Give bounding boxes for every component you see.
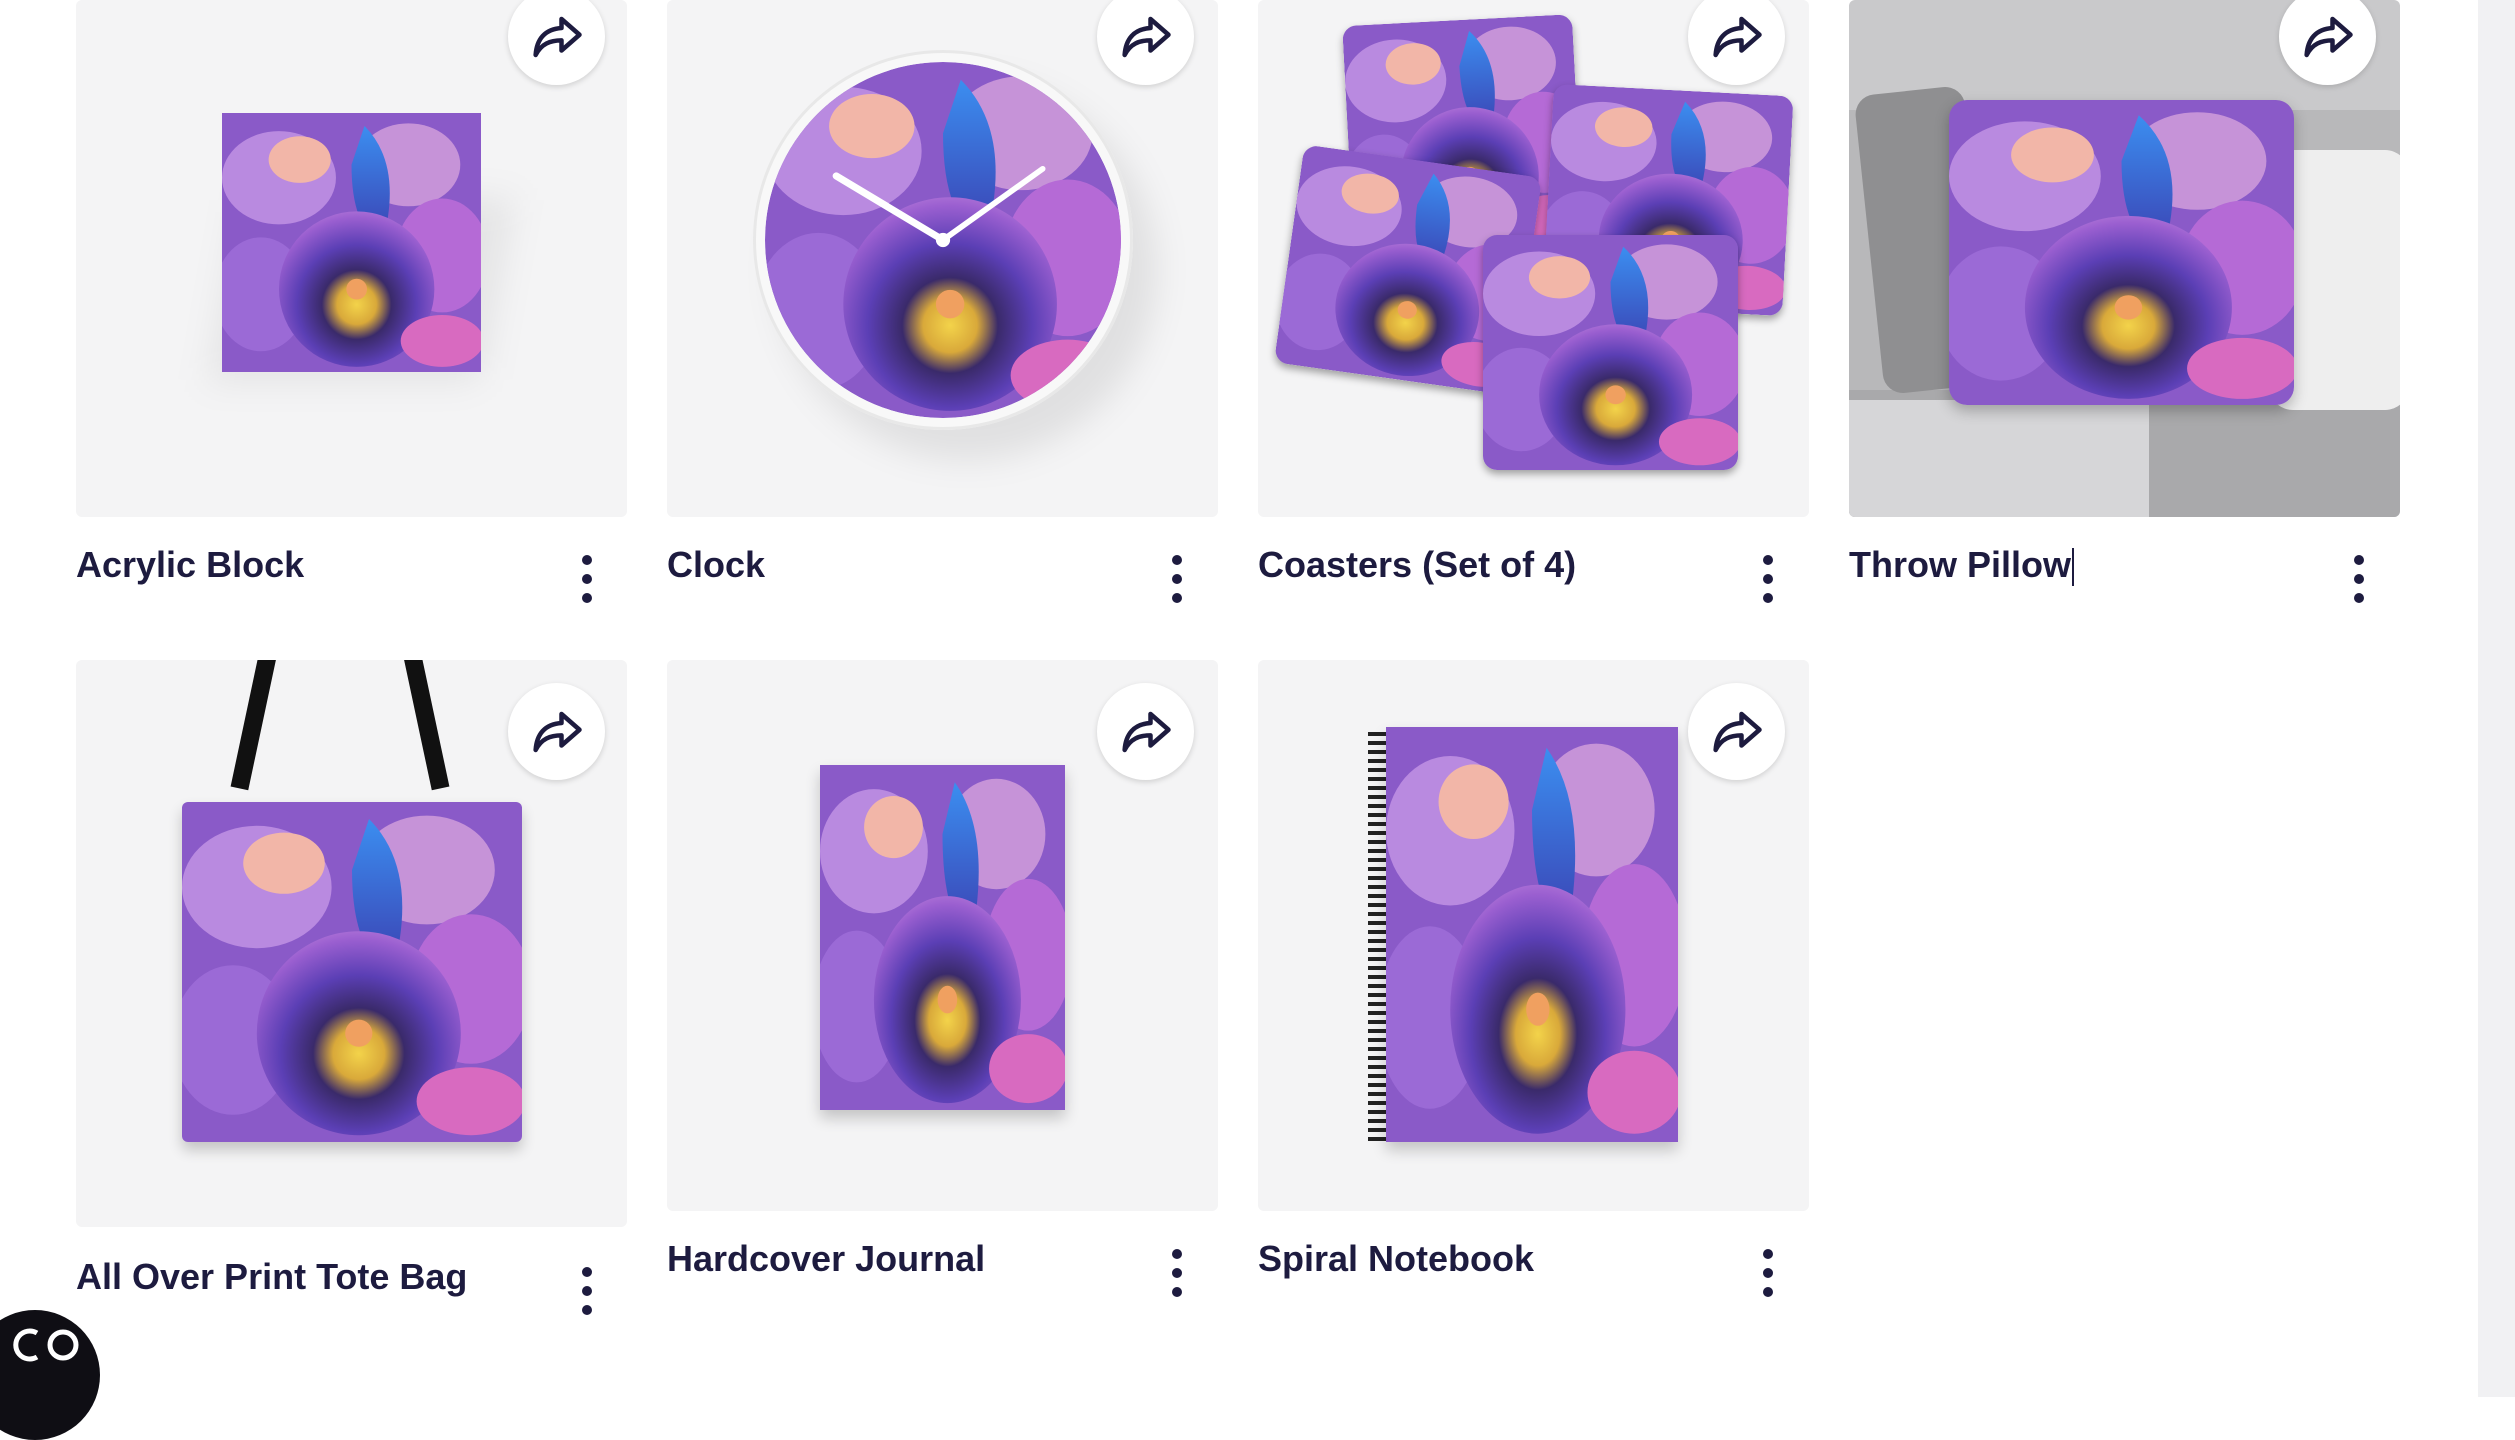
product-title[interactable]: Coasters (Set of 4): [1258, 544, 1576, 586]
product-title[interactable]: Acrylic Block: [76, 544, 304, 586]
cc-logo-icon: [13, 1328, 79, 1362]
product-card-clock[interactable]: Clock: [667, 0, 1218, 640]
tote-strap-right: [400, 660, 450, 791]
hardcover-journal-art: [820, 765, 1065, 1110]
product-title[interactable]: Throw Pillow: [1849, 544, 2074, 587]
more-vertical-icon[interactable]: [575, 549, 599, 609]
more-vertical-icon[interactable]: [575, 1261, 599, 1321]
share-button[interactable]: [1097, 683, 1194, 780]
product-card-hardcover-journal[interactable]: Hardcover Journal: [667, 660, 1218, 1300]
product-title[interactable]: Clock: [667, 544, 765, 586]
share-button[interactable]: [1688, 683, 1785, 780]
scrollbar[interactable]: [2478, 0, 2515, 1397]
share-forward-icon: [2301, 10, 2355, 64]
share-forward-icon: [1119, 705, 1173, 759]
cc-badge-button[interactable]: [0, 1310, 100, 1440]
product-title[interactable]: All Over Print Tote Bag: [76, 1256, 467, 1298]
throw-blanket: [1849, 400, 2149, 517]
product-card-throw-pillow[interactable]: Throw Pillow: [1849, 0, 2400, 640]
share-forward-icon: [530, 705, 584, 759]
more-vertical-icon[interactable]: [1165, 549, 1189, 609]
more-vertical-icon[interactable]: [1756, 1243, 1780, 1303]
share-forward-icon: [1119, 10, 1173, 64]
product-title[interactable]: Hardcover Journal: [667, 1238, 985, 1280]
coaster-art-4: [1483, 235, 1738, 470]
product-card-tote-bag[interactable]: All Over Print Tote Bag: [76, 660, 627, 1315]
clock-face-art: [765, 62, 1121, 418]
share-forward-icon: [1710, 705, 1764, 759]
share-button[interactable]: [508, 683, 605, 780]
more-vertical-icon[interactable]: [2347, 549, 2371, 609]
acrylic-block-art: [222, 113, 481, 372]
more-vertical-icon[interactable]: [1756, 549, 1780, 609]
text-cursor: [2072, 548, 2074, 587]
share-forward-icon: [530, 10, 584, 64]
tote-bag-art: [182, 802, 522, 1142]
spiral-notebook-art: [1386, 727, 1678, 1142]
product-title[interactable]: Spiral Notebook: [1258, 1238, 1534, 1280]
more-vertical-icon[interactable]: [1165, 1243, 1189, 1303]
pillow-art: [1949, 100, 2294, 405]
product-title-text: Throw Pillow: [1849, 544, 2071, 585]
tote-strap-left: [230, 660, 280, 791]
share-forward-icon: [1710, 10, 1764, 64]
product-card-spiral-notebook[interactable]: Spiral Notebook: [1258, 660, 1809, 1300]
product-card-coasters[interactable]: Coasters (Set of 4): [1258, 0, 1809, 640]
product-card-acrylic-block[interactable]: Acrylic Block: [76, 0, 627, 640]
